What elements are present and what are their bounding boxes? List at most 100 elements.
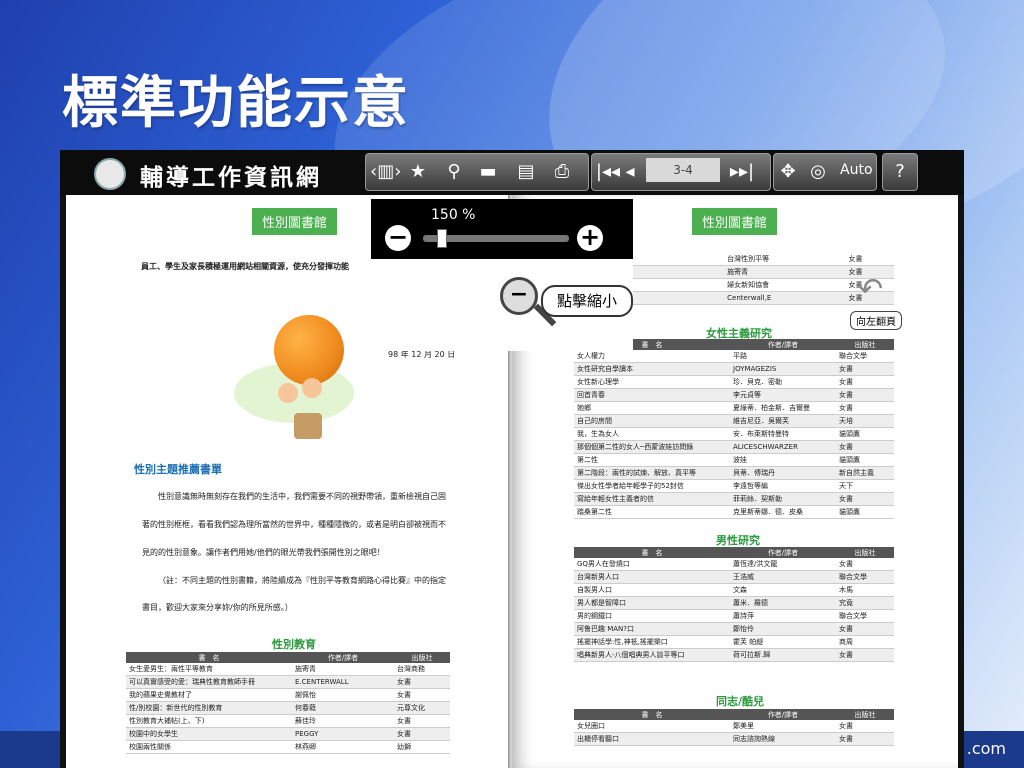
footer-text: .com xyxy=(966,739,1006,758)
note-line: 書目，歡迎大家來分享妳/你的所見所感。） xyxy=(142,603,293,612)
table-cell: 菲莉絲．契斯勒 xyxy=(730,492,836,506)
note-icon[interactable]: ▤ xyxy=(512,160,540,184)
auto-zoom-button[interactable]: Auto xyxy=(840,162,873,178)
table-cell: 她鄉 xyxy=(574,401,730,415)
table-cell: 台灣新男人口 xyxy=(574,570,730,584)
help-button[interactable]: ? xyxy=(882,153,918,191)
table-cell: PEGGY xyxy=(292,727,394,741)
table-cell: 校園中的女學生 xyxy=(126,727,292,741)
table-cell: 我，生為女人 xyxy=(574,427,730,441)
male-section-title: 男性研究 xyxy=(716,534,760,547)
table-row: 回首青春 李元貞等 女書 xyxy=(574,388,894,402)
table-cell: 可以真實感受的愛：瑞典性教育教師手冊 xyxy=(126,675,292,689)
zoom-out-button[interactable]: − xyxy=(385,225,411,251)
table-cell: 商周 xyxy=(836,635,894,649)
table-cell: GQ男人在發燒口 xyxy=(574,558,730,571)
prev-page-icon[interactable]: ◂ xyxy=(616,160,644,184)
table-row: 男的鋼鐵口 蕭詩萍 聯合文學 xyxy=(574,609,894,623)
table-cell: 阿鲁巴趣 MAN?口 xyxy=(574,622,730,636)
next-page-icon[interactable]: ▸▸| xyxy=(728,160,756,184)
col-header: 書 名 xyxy=(126,652,292,663)
table-cell: 女書 xyxy=(845,253,894,266)
table-cell: 那個個第二性的女人─西蒙波娃訪問錄 xyxy=(574,440,730,454)
table-cell: 貓頭鷹 xyxy=(836,453,894,467)
table-cell: 夏綠蒂．柏金斯．吉爾曼 xyxy=(730,401,836,415)
table-cell: 校園兩性關係 xyxy=(126,740,292,754)
table-cell: 女書 xyxy=(394,714,450,728)
table-cell: 女書 xyxy=(836,558,894,571)
magnifier-zoom-out-icon: − xyxy=(500,277,538,315)
table-cell: 貓頭鷹 xyxy=(836,505,894,519)
table-cell: 踏桑第二性 xyxy=(574,505,730,519)
table-cell: 林燕卿 xyxy=(292,740,394,754)
zoom-in-button[interactable]: + xyxy=(577,225,603,251)
grid-view-icon[interactable]: ‹▥› xyxy=(370,160,401,184)
table-cell: 男的鋼鐵口 xyxy=(574,609,730,623)
table-cell: 女書 xyxy=(836,492,894,506)
flip-left-label: 向左翻頁 xyxy=(850,311,902,330)
table-row: 校園中的女學生 PEGGY 女書 xyxy=(126,727,450,741)
print-icon[interactable]: ⎙ xyxy=(548,160,576,184)
table-cell: ALICESCHWARZER xyxy=(730,440,836,454)
table-cell: 女性新心理學 xyxy=(574,375,730,389)
theme-title: 性別主題推薦書單 xyxy=(134,463,222,476)
paragraph-line: 見的的性別意象。讓作者們用她/他們的眼光帶我們張開性別之眼吧！ xyxy=(142,548,385,557)
book-icon[interactable]: ▬ xyxy=(474,160,502,184)
table-cell: 新自然主義 xyxy=(836,466,894,480)
table-cell: 平路 xyxy=(730,350,836,363)
col-header: 作者/譯者 xyxy=(730,339,836,350)
balloon-illustration xyxy=(274,315,344,385)
table-row: 出櫃停看聽口 同志諮詢熱線 女書 xyxy=(574,732,894,746)
table-cell: 安．布萊斯特曼特 xyxy=(730,427,836,441)
table-cell: 蘇佳玲 xyxy=(292,714,394,728)
table-cell: 波娃 xyxy=(730,453,836,467)
table-cell: 女書 xyxy=(836,720,894,733)
table-cell: 蕭詩萍 xyxy=(730,609,836,623)
table-cell: 男人都是智障口 xyxy=(574,596,730,610)
site-logo-text: 輔導工作資訊網 xyxy=(140,164,322,191)
table-cell: 克里斯蒂娜．德．皮桑 xyxy=(730,505,836,519)
table-cell: 女書 xyxy=(836,375,894,389)
table-cell: 貓頭鷹 xyxy=(836,427,894,441)
table-row: 性別教育大補帖(上、下) 蘇佳玲 女書 xyxy=(126,714,450,728)
table-cell: 木馬 xyxy=(836,583,894,597)
table-row: 女性研究自學讀本 JOYMAGEZIS 女書 xyxy=(574,362,894,376)
table-cell: 性別教育大補帖(上、下) xyxy=(126,714,292,728)
zoom-icon[interactable]: ◎ xyxy=(804,160,832,184)
table-cell: 天下 xyxy=(836,479,894,493)
table-cell: 第二性 xyxy=(574,453,730,467)
zoom-slider-thumb[interactable] xyxy=(436,229,447,248)
table-cell: 聯合文學 xyxy=(836,570,894,584)
back-arrow-icon[interactable]: ↶ xyxy=(858,272,898,307)
table-row: 她鄉 夏綠蒂．柏金斯．吉爾曼 女書 xyxy=(574,401,894,415)
table-cell: 女書 xyxy=(836,401,894,415)
search-icon[interactable]: ⚲ xyxy=(440,160,468,184)
move-icon[interactable]: ✥ xyxy=(774,160,802,184)
table-row: 唱典新男人-八個唱典男人談平等口 荷可拉斯.歸 女書 xyxy=(574,648,894,662)
table-row: 傑出女性學者給年輕學子的52封信 李遠哲等編 天下 xyxy=(574,479,894,493)
help-icon: ? xyxy=(895,161,905,182)
page-number-input[interactable]: 3-4 xyxy=(646,158,720,182)
table-cell: 究竟 xyxy=(836,596,894,610)
table-cell: 女兒圈口 xyxy=(574,720,730,733)
table-row: 第二階段：兩性的試煉、解放、真平等 貝蒂．傅瑞丹 新自然主義 xyxy=(574,466,894,480)
table-cell: 婦女新知協會 xyxy=(724,278,846,292)
table-cell: JOYMAGEZIS xyxy=(730,362,836,376)
col-header: 出版社 xyxy=(836,709,894,720)
paragraph-line: 著的性別框框，看看我們認為理所當然的世界中，種種隱微的，或者是明白卻被視而不 xyxy=(142,520,446,529)
table-cell: 女書 xyxy=(836,622,894,636)
table-cell: 鄭美里 xyxy=(730,720,836,733)
table-cell: 第二階段：兩性的試煉、解放、真平等 xyxy=(574,466,730,480)
gay-section-title: 同志/酷兒 xyxy=(716,695,765,708)
table-cell: 女書 xyxy=(394,727,450,741)
zoom-panel: 150 % − + xyxy=(371,199,633,259)
table-cell: 女生愛男生：兩性平等教育 xyxy=(126,663,292,676)
table-row: 女性新心理學 珍．貝克．密勒 女書 xyxy=(574,375,894,389)
zoom-percent: 150 % xyxy=(431,207,476,223)
table-cell: 女書 xyxy=(836,388,894,402)
table-cell: 寫給年輕女性主義者的信 xyxy=(574,492,730,506)
bookmark-star-icon[interactable]: ★ xyxy=(404,160,432,184)
table-cell: 傑出女性學者給年輕學子的52封信 xyxy=(574,479,730,493)
table-cell: 鄭怡伶 xyxy=(730,622,836,636)
table-row: 那個個第二性的女人─西蒙波娃訪問錄 ALICESCHWARZER 女書 xyxy=(574,440,894,454)
